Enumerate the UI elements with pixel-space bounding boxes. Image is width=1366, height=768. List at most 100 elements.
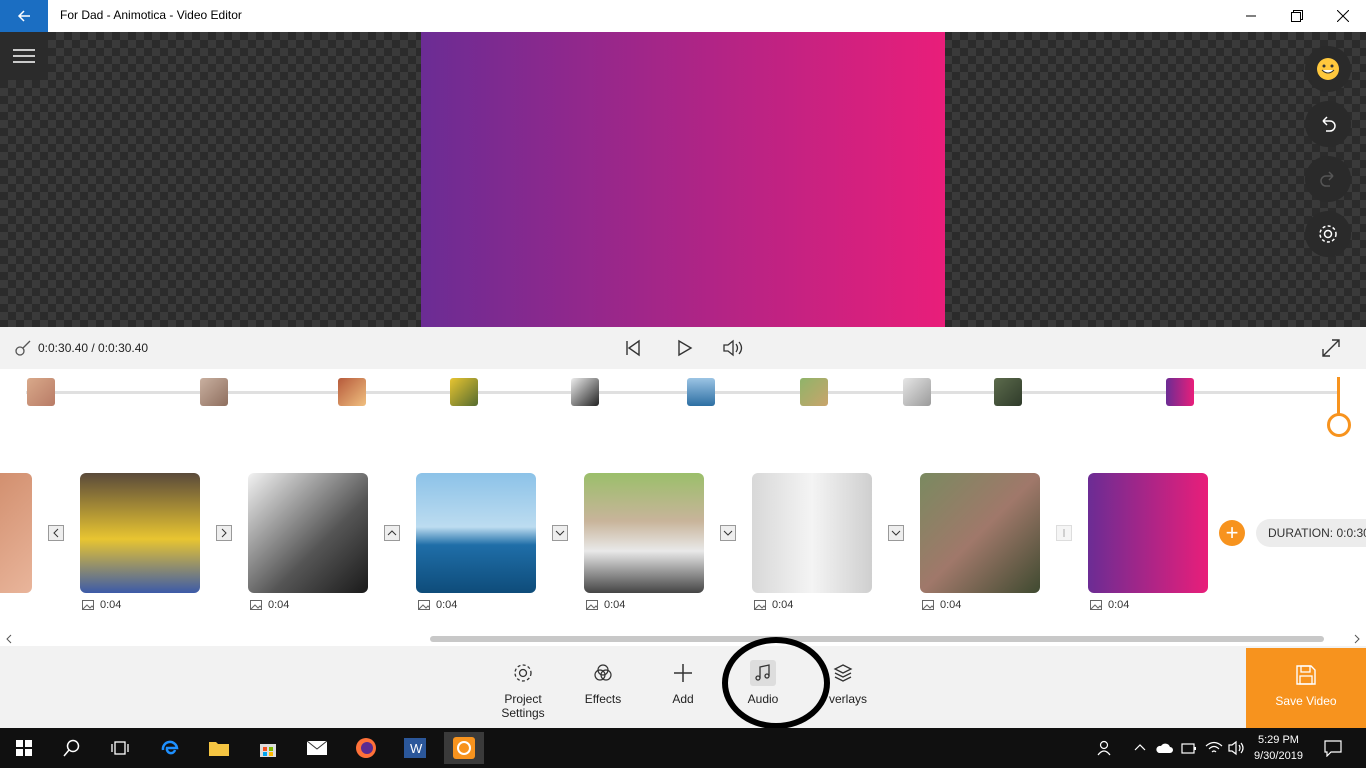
transition-button[interactable] bbox=[1056, 525, 1072, 541]
clip-meta: 0:04 bbox=[922, 599, 961, 611]
gear-icon bbox=[1319, 225, 1337, 243]
close-icon bbox=[1337, 10, 1349, 22]
clip-duration: 0:04 bbox=[1108, 599, 1130, 611]
timeline-clip[interactable] bbox=[584, 473, 704, 593]
timeline: 0:04 0:04 0:04 0:04 0:04 0:04 0:04 + DUR… bbox=[0, 449, 1366, 632]
duration-badge: DURATION: 0:0:30.4 bbox=[1256, 519, 1366, 547]
transition-button[interactable] bbox=[48, 525, 64, 541]
save-icon bbox=[1296, 665, 1316, 685]
scroll-right-icon[interactable] bbox=[1353, 634, 1361, 644]
scrubber-thumbnail[interactable] bbox=[200, 378, 228, 406]
video-canvas[interactable] bbox=[421, 32, 945, 327]
scrubber-thumbnail[interactable] bbox=[450, 378, 478, 406]
save-video-button[interactable]: Save Video bbox=[1246, 648, 1366, 728]
fullscreen-button[interactable] bbox=[1320, 337, 1342, 359]
transition-button[interactable] bbox=[384, 525, 400, 541]
emoji-icon bbox=[1317, 58, 1339, 80]
notification-icon[interactable] bbox=[1324, 739, 1342, 757]
play-button[interactable] bbox=[673, 337, 695, 359]
scrubber-thumbnail[interactable] bbox=[27, 378, 55, 406]
timeline-clip[interactable] bbox=[248, 473, 368, 593]
search-icon bbox=[63, 739, 80, 757]
timeline-clip[interactable] bbox=[0, 473, 32, 593]
bottom-toolbar: Project Settings Effects Add Audio verla… bbox=[0, 646, 1366, 728]
playhead[interactable] bbox=[1337, 377, 1340, 415]
clip-meta: 0:04 bbox=[586, 599, 625, 611]
transition-icon bbox=[221, 528, 227, 538]
windows-icon bbox=[16, 740, 32, 756]
clip-meta: 0:04 bbox=[250, 599, 289, 611]
timeline-clip[interactable] bbox=[752, 473, 872, 593]
scrubber-thumbnail[interactable] bbox=[338, 378, 366, 406]
skip-to-start-button[interactable] bbox=[622, 337, 644, 359]
taskbar-edge[interactable] bbox=[150, 732, 190, 764]
taskbar-firefox[interactable] bbox=[346, 732, 386, 764]
transition-button[interactable] bbox=[720, 525, 736, 541]
mail-icon bbox=[306, 740, 328, 755]
timeline-clip[interactable] bbox=[1088, 473, 1208, 593]
timeline-clip[interactable] bbox=[416, 473, 536, 593]
settings-button[interactable] bbox=[1305, 211, 1351, 257]
clip-duration: 0:04 bbox=[604, 599, 626, 611]
play-icon bbox=[678, 339, 693, 357]
add-clip-button[interactable]: + bbox=[1219, 520, 1245, 546]
taskbar-mail[interactable] bbox=[297, 732, 337, 764]
system-clock[interactable]: 5:29 PM 9/30/2019 bbox=[1254, 732, 1303, 764]
timeline-scrollbar[interactable] bbox=[0, 632, 1366, 646]
plus-icon: + bbox=[1225, 520, 1239, 545]
transition-icon bbox=[387, 530, 397, 536]
people-icon[interactable] bbox=[1096, 740, 1114, 756]
project-settings-button[interactable]: Project Settings bbox=[483, 646, 563, 728]
volume-button[interactable] bbox=[721, 337, 745, 359]
emoji-button[interactable] bbox=[1305, 46, 1351, 92]
guitar-icon bbox=[15, 340, 31, 356]
battery-icon[interactable] bbox=[1181, 741, 1197, 755]
transition-icon bbox=[1063, 529, 1065, 537]
timeline-clip[interactable] bbox=[920, 473, 1040, 593]
taskbar-store[interactable] bbox=[248, 732, 288, 764]
scrubber-thumbnail[interactable] bbox=[903, 378, 931, 406]
cloud-icon[interactable] bbox=[1155, 742, 1173, 754]
timeline-clip[interactable] bbox=[80, 473, 200, 593]
close-button[interactable] bbox=[1320, 0, 1366, 32]
chevron-up-icon[interactable] bbox=[1134, 743, 1146, 751]
taskbar-word[interactable]: W bbox=[395, 732, 435, 764]
transition-button[interactable] bbox=[888, 525, 904, 541]
title-bar: For Dad - Animotica - Video Editor bbox=[0, 0, 1366, 32]
project-settings-label: Project bbox=[504, 692, 542, 706]
hamburger-icon bbox=[13, 49, 35, 63]
scrubber-thumbnail[interactable] bbox=[800, 378, 828, 406]
task-view-icon bbox=[111, 741, 129, 755]
scrubber-thumbnail[interactable] bbox=[994, 378, 1022, 406]
clip-duration: 0:04 bbox=[436, 599, 458, 611]
word-icon: W bbox=[404, 738, 426, 758]
taskbar-file-explorer[interactable] bbox=[199, 732, 239, 764]
back-button[interactable] bbox=[0, 0, 48, 32]
speaker-icon[interactable] bbox=[1227, 740, 1245, 756]
scrubber-thumbnail[interactable] bbox=[687, 378, 715, 406]
taskbar-animotica[interactable] bbox=[444, 732, 484, 764]
transition-button[interactable] bbox=[552, 525, 568, 541]
plus-icon bbox=[674, 664, 692, 682]
maximize-button[interactable] bbox=[1274, 0, 1320, 32]
scrubber-thumbnail[interactable] bbox=[571, 378, 599, 406]
effects-button[interactable]: Effects bbox=[563, 646, 643, 728]
transition-button[interactable] bbox=[216, 525, 232, 541]
add-button[interactable]: Add bbox=[643, 646, 723, 728]
menu-button[interactable] bbox=[0, 32, 48, 80]
playhead-handle[interactable] bbox=[1327, 413, 1351, 437]
scroll-left-icon[interactable] bbox=[5, 634, 13, 644]
wifi-icon[interactable] bbox=[1205, 740, 1223, 756]
scrollbar-thumb[interactable] bbox=[430, 636, 1324, 642]
scrubber-thumbnail[interactable] bbox=[1166, 378, 1194, 406]
add-label: Add bbox=[672, 692, 694, 706]
image-icon bbox=[754, 600, 766, 610]
minimize-button[interactable] bbox=[1228, 0, 1274, 32]
undo-button[interactable] bbox=[1305, 101, 1351, 147]
redo-button[interactable] bbox=[1305, 156, 1351, 202]
task-view-button[interactable] bbox=[100, 732, 140, 764]
undo-icon bbox=[1322, 116, 1336, 132]
clip-duration: 0:04 bbox=[268, 599, 290, 611]
start-button[interactable] bbox=[4, 732, 44, 764]
search-button[interactable] bbox=[52, 732, 92, 764]
